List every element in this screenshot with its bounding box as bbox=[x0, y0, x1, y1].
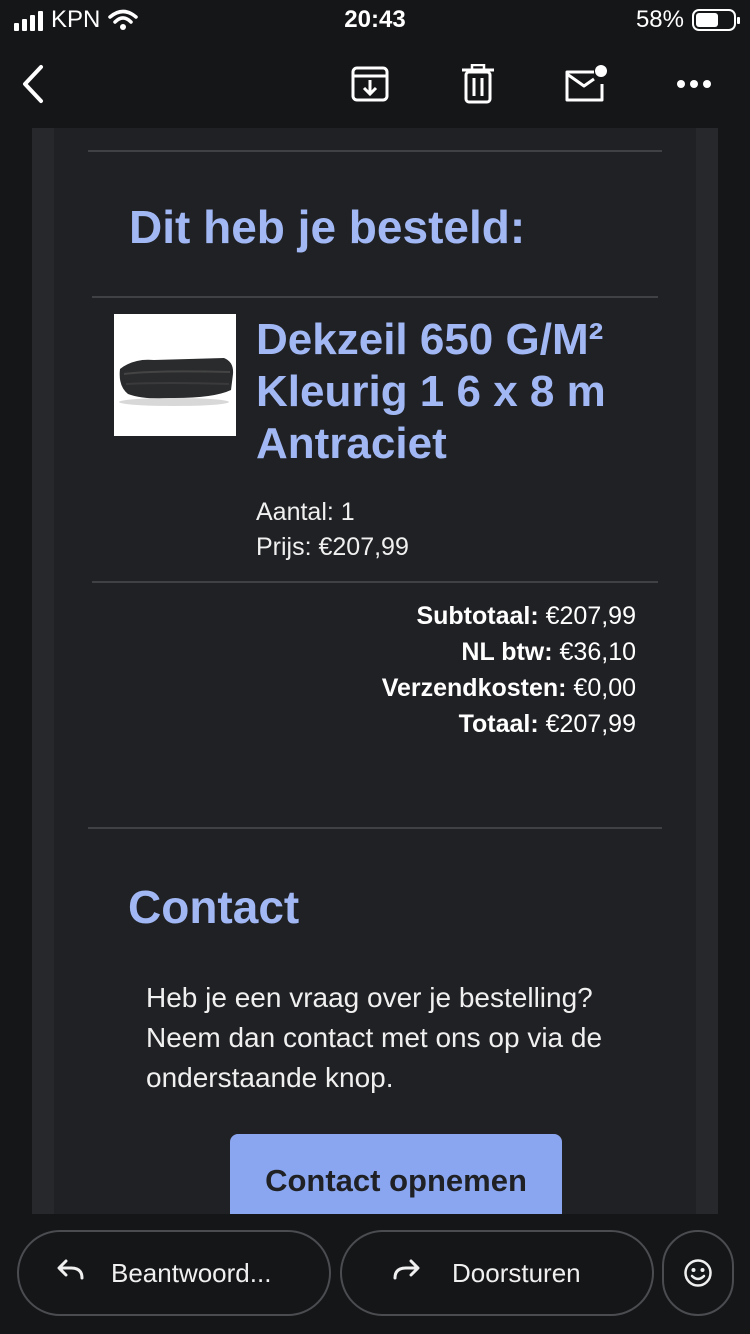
contact-heading: Contact bbox=[128, 881, 300, 933]
archive-button[interactable] bbox=[344, 58, 396, 110]
divider bbox=[88, 827, 662, 829]
subtotal-value: €207,99 bbox=[545, 602, 636, 630]
order-heading: Dit heb je besteld: bbox=[129, 201, 526, 253]
status-bar: KPN 20:43 58% bbox=[0, 0, 750, 40]
delete-button[interactable] bbox=[452, 58, 504, 110]
order-totals: Subtotaal: €207,99 NL btw: €36,10 Verzen… bbox=[382, 598, 636, 742]
vat-value: €36,10 bbox=[559, 638, 636, 666]
forward-label: Doorsturen bbox=[452, 1257, 581, 1288]
total-label: Totaal: bbox=[458, 710, 539, 738]
product-image bbox=[114, 314, 236, 436]
archive-icon bbox=[351, 66, 389, 102]
forward-button[interactable]: Doorsturen bbox=[340, 1230, 654, 1316]
forward-icon bbox=[392, 1258, 422, 1289]
bottom-action-bar: Beantwoord... Doorsturen bbox=[0, 1214, 750, 1334]
divider bbox=[92, 581, 658, 583]
mark-unread-icon bbox=[565, 65, 607, 102]
contact-text: Heb je een vraag over je bestelling? Nee… bbox=[146, 982, 603, 1093]
email-body: Dit heb je besteld: Dekzeil 650 G/M² Kle… bbox=[32, 128, 718, 1214]
mail-toolbar bbox=[0, 40, 750, 128]
email-card: Dit heb je besteld: Dekzeil 650 G/M² Kle… bbox=[54, 128, 696, 1214]
shipping-value: €0,00 bbox=[573, 674, 636, 702]
contact-button[interactable]: Contact opnemen bbox=[230, 1134, 562, 1214]
vat-row: NL btw: €36,10 bbox=[382, 634, 636, 670]
divider bbox=[88, 150, 662, 152]
subtotal-row: Subtotaal: €207,99 bbox=[382, 598, 636, 634]
chevron-left-icon bbox=[23, 65, 43, 103]
reply-icon bbox=[55, 1258, 85, 1289]
shipping-row: Verzendkosten: €0,00 bbox=[382, 670, 636, 706]
battery-percent: 58% bbox=[635, 6, 684, 33]
total-value: €207,99 bbox=[545, 710, 636, 738]
product-price: Prijs: €207,99 bbox=[256, 533, 409, 561]
battery-icon bbox=[692, 9, 740, 31]
more-icon bbox=[677, 80, 711, 88]
reply-button[interactable]: Beantwoord... bbox=[17, 1230, 331, 1316]
more-button[interactable] bbox=[668, 58, 720, 110]
subtotal-label: Subtotaal: bbox=[416, 602, 539, 630]
shipping-label: Verzendkosten: bbox=[381, 674, 567, 702]
trash-icon bbox=[462, 64, 494, 104]
tarp-image bbox=[119, 358, 234, 406]
reply-label: Beantwoord... bbox=[111, 1257, 272, 1288]
back-button[interactable] bbox=[6, 58, 58, 110]
divider bbox=[92, 296, 658, 298]
total-row: Totaal: €207,99 bbox=[382, 706, 636, 742]
mark-unread-button[interactable] bbox=[560, 58, 612, 110]
product-title: Dekzeil 650 G/M² Kleurig 1 6 x 8 m Antra… bbox=[256, 315, 606, 468]
status-right: 58% bbox=[635, 6, 740, 34]
vat-label: NL btw: bbox=[461, 638, 553, 666]
product-quantity: Aantal: 1 bbox=[256, 498, 355, 526]
emoji-button[interactable] bbox=[662, 1230, 734, 1316]
emoji-icon bbox=[684, 1259, 712, 1287]
